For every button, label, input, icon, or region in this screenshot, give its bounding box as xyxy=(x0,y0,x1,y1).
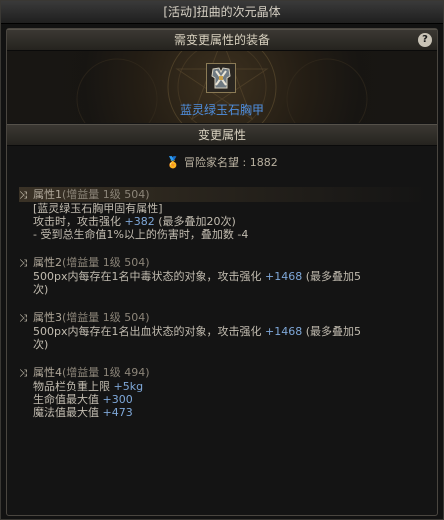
equip-section-title: 需变更属性的装备 xyxy=(173,33,270,47)
effect-value: +1468 xyxy=(264,325,303,338)
effect-text: 攻击时，攻击强化 xyxy=(33,215,125,228)
attribute-effect-line: 次) xyxy=(19,338,429,351)
attribute-option-2[interactable]: ⤨ 属性2(增益量 1级 504) 500px内每存在1名中毒状态的对象，攻击强化 … xyxy=(19,255,429,296)
attribute-level-tag: (增益量 1级 494) xyxy=(62,366,150,379)
attribute-effect-line: 500px内每存在1名中毒状态的对象，攻击强化 +1468 (最多叠加5 xyxy=(19,270,429,283)
shuffle-icon: ⤨ xyxy=(19,368,27,379)
main-panel: 需变更属性的装备 ? 蓝灵绿玉石胸甲 变更属性 🏅 冒险家名望 : 1882 ⤨ 属… xyxy=(6,28,438,516)
attribute-effect-line: 物品栏负重上限 +5kg xyxy=(19,380,429,393)
attribute-title-row[interactable]: ⤨ 属性4(增益量 1级 494) xyxy=(19,365,429,380)
equip-area: 需变更属性的装备 ? 蓝灵绿玉石胸甲 xyxy=(7,29,437,123)
attribute-title-row[interactable]: ⤨ 属性1(增益量 1级 504) xyxy=(19,187,429,202)
reputation-value: 1882 xyxy=(249,156,278,169)
effect-value: +382 xyxy=(124,215,155,228)
item-name: 蓝灵绿玉石胸甲 xyxy=(179,103,264,117)
effect-value: +1468 xyxy=(264,270,303,283)
effect-text: [蓝灵绿玉石胸甲固有属性] xyxy=(33,202,163,215)
effect-value: +473 xyxy=(102,406,133,419)
shuffle-icon: ⤨ xyxy=(19,313,27,324)
effect-suffix: (最多叠加5 xyxy=(302,270,361,283)
attribute-title: 属性1 xyxy=(33,188,62,201)
effect-text: 次) xyxy=(33,283,49,296)
effect-text: 魔法值最大值 xyxy=(33,406,103,419)
attribute-effect-line: 攻击时，攻击强化 +382 (最多叠加20次) xyxy=(19,215,429,228)
dialog-window: [活动]扭曲的次元晶体 需变更属性的装备 ? 蓝灵绿玉石胸甲 变更属性 🏅 冒险… xyxy=(0,0,444,520)
shuffle-icon: ⤨ xyxy=(19,258,27,269)
change-section-header: 变更属性 xyxy=(7,124,437,146)
attribute-level-tag: (增益量 1级 504) xyxy=(62,311,150,324)
window-title: [活动]扭曲的次元晶体 xyxy=(1,1,443,24)
medal-icon: 🏅 xyxy=(166,156,180,169)
reputation-row: 🏅 冒险家名望 : 1882 xyxy=(166,156,278,169)
effect-value: +300 xyxy=(102,393,133,406)
breastplate-icon[interactable] xyxy=(206,63,236,93)
attribute-title-row[interactable]: ⤨ 属性3(增益量 1级 504) xyxy=(19,310,429,325)
attribute-option-1[interactable]: ⤨ 属性1(增益量 1级 504) [蓝灵绿玉石胸甲固有属性] 攻击时，攻击强化 +3… xyxy=(19,187,429,241)
effect-text: 生命值最大值 xyxy=(33,393,103,406)
attribute-effect-line: 魔法值最大值 +473 xyxy=(19,406,429,419)
effect-text: - 受到总生命值1%以上的伤害时，叠加数 -4 xyxy=(33,228,249,241)
attribute-effect-line: - 受到总生命值1%以上的伤害时，叠加数 -4 xyxy=(19,228,429,241)
effect-text: 次) xyxy=(33,338,49,351)
attribute-effect-line: 500px内每存在1名出血状态的对象，攻击强化 +1468 (最多叠加5 xyxy=(19,325,429,338)
equip-section-header: 需变更属性的装备 ? xyxy=(7,29,437,51)
attribute-option-4[interactable]: ⤨ 属性4(增益量 1级 494) 物品栏负重上限 +5kg 生命值最大值 +300 魔… xyxy=(19,365,429,419)
change-section-title: 变更属性 xyxy=(197,128,246,142)
attribute-title-row[interactable]: ⤨ 属性2(增益量 1级 504) xyxy=(19,255,429,270)
attribute-level-tag: (增益量 1级 504) xyxy=(62,256,150,269)
effect-suffix: (最多叠加20次) xyxy=(154,215,236,228)
reputation-label: 冒险家名望 xyxy=(184,156,239,169)
attribute-list: ⤨ 属性1(增益量 1级 504) [蓝灵绿玉石胸甲固有属性] 攻击时，攻击强化 +3… xyxy=(19,187,429,433)
attribute-effect-line: [蓝灵绿玉石胸甲固有属性] xyxy=(19,202,429,215)
attribute-effect-line: 次) xyxy=(19,283,429,296)
effect-text: 500px内每存在1名中毒状态的对象，攻击强化 xyxy=(33,270,265,283)
attribute-title: 属性3 xyxy=(33,311,62,324)
attribute-effect-line: 生命值最大值 +300 xyxy=(19,393,429,406)
effect-text: 物品栏负重上限 xyxy=(33,380,114,393)
effect-value: +5kg xyxy=(113,380,144,393)
shuffle-icon: ⤨ xyxy=(19,190,27,201)
attribute-level-tag: (增益量 1级 504) xyxy=(62,188,150,201)
attribute-title: 属性4 xyxy=(33,366,62,379)
attribute-option-3[interactable]: ⤨ 属性3(增益量 1级 504) 500px内每存在1名出血状态的对象，攻击强化 … xyxy=(19,310,429,351)
attribute-title: 属性2 xyxy=(33,256,62,269)
effect-text: 500px内每存在1名出血状态的对象，攻击强化 xyxy=(33,325,265,338)
help-button[interactable]: ? xyxy=(418,33,432,47)
effect-suffix: (最多叠加5 xyxy=(302,325,361,338)
